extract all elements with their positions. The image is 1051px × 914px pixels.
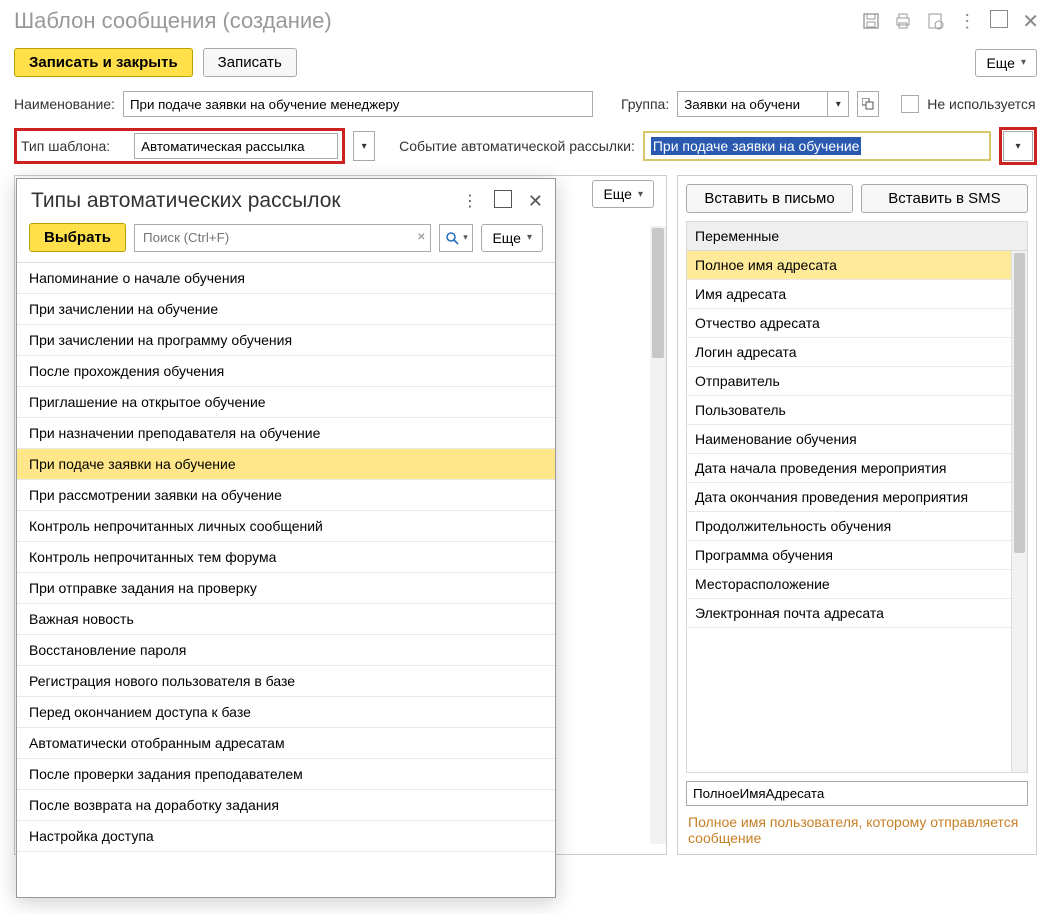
editor-more-button[interactable]: Еще — [592, 180, 654, 208]
insert-sms-button[interactable]: Вставить в SMS — [861, 184, 1028, 213]
editor-scrollbar[interactable] — [650, 226, 666, 844]
mailing-types-popup: Типы автоматических рассылок ⋮ ✕ Выбрать… — [16, 178, 556, 898]
popup-list-item[interactable]: После возврата на доработку задания — [17, 790, 555, 821]
popup-more-button[interactable]: Еще — [481, 224, 543, 252]
type-label: Тип шаблона: — [21, 138, 110, 154]
variable-list-item[interactable]: Отчество адресата — [687, 309, 1027, 338]
popup-list-item[interactable]: Контроль непрочитанных тем форума — [17, 542, 555, 573]
maximize-icon[interactable] — [990, 10, 1008, 33]
save-button[interactable]: Записать — [203, 48, 297, 77]
type-dropdown-button[interactable] — [353, 131, 375, 161]
group-input[interactable] — [677, 91, 827, 117]
popup-list-item[interactable]: При отправке задания на проверку — [17, 573, 555, 604]
variables-scrollbar[interactable] — [1011, 251, 1027, 772]
type-input[interactable] — [134, 133, 338, 159]
variable-code-input[interactable] — [686, 781, 1028, 806]
popup-search-wrap: × — [134, 224, 431, 252]
variable-list-item[interactable]: Наименование обучения — [687, 425, 1027, 454]
not-used-label: Не используется — [927, 96, 1035, 112]
print-icon[interactable] — [894, 12, 912, 30]
event-value: При подаче заявки на обучение — [651, 137, 862, 155]
popup-list-item[interactable]: После прохождения обучения — [17, 356, 555, 387]
editor-scrollbar-thumb[interactable] — [652, 228, 664, 358]
popup-list-item[interactable]: Регистрация нового пользователя в базе — [17, 666, 555, 697]
type-event-row: Тип шаблона: Событие автоматической расс… — [0, 125, 1051, 175]
popup-list-item[interactable]: Напоминание о начале обучения — [17, 263, 555, 294]
popup-search-input[interactable] — [134, 224, 431, 252]
popup-close-icon[interactable]: ✕ — [528, 191, 543, 212]
event-input[interactable]: При подаче заявки на обучение — [643, 131, 991, 161]
variables-scrollbar-thumb[interactable] — [1014, 253, 1025, 553]
variables-panel: Вставить в письмо Вставить в SMS Перемен… — [677, 175, 1037, 855]
popup-title: Типы автоматических рассылок — [31, 189, 462, 213]
variable-list-item[interactable]: Имя адресата — [687, 280, 1027, 309]
popup-search-clear-icon[interactable]: × — [417, 228, 425, 244]
popup-kebab-icon[interactable]: ⋮ — [462, 191, 478, 211]
popup-list-item[interactable]: Перед окончанием доступа к базе — [17, 697, 555, 728]
not-used-checkbox[interactable] — [901, 95, 919, 113]
popup-list-item[interactable]: При рассмотрении заявки на обучение — [17, 480, 555, 511]
popup-list: Напоминание о начале обученияПри зачисле… — [17, 262, 555, 897]
popup-list-item[interactable]: Настройка доступа — [17, 821, 555, 852]
name-input[interactable] — [123, 91, 593, 117]
popup-list-item[interactable]: При зачислении на программу обучения — [17, 325, 555, 356]
popup-list-item[interactable]: Приглашение на открытое обучение — [17, 387, 555, 418]
popup-list-item[interactable]: Контроль непрочитанных личных сообщений — [17, 511, 555, 542]
close-icon[interactable]: ✕ — [1022, 9, 1039, 34]
popup-list-item[interactable]: При зачислении на обучение — [17, 294, 555, 325]
group-label: Группа: — [621, 96, 669, 112]
variable-list-item[interactable]: Полное имя адресата — [687, 251, 1027, 280]
group-dropdown-button[interactable] — [827, 91, 849, 117]
variable-list-item[interactable]: Пользователь — [687, 396, 1027, 425]
window-title: Шаблон сообщения (создание) — [14, 8, 862, 34]
event-label: Событие автоматической рассылки: — [399, 138, 635, 154]
variable-list-item[interactable]: Электронная почта адресата — [687, 599, 1027, 628]
more-button[interactable]: Еще — [975, 49, 1037, 77]
variable-list-item[interactable]: Дата начала проведения мероприятия — [687, 454, 1027, 483]
name-label: Наименование: — [14, 96, 115, 112]
variable-list-item[interactable]: Продолжительность обучения — [687, 512, 1027, 541]
variable-hint: Полное имя пользователя, которому отправ… — [686, 814, 1028, 846]
popup-maximize-icon[interactable] — [494, 190, 512, 213]
template-type-highlight: Тип шаблона: — [14, 128, 345, 164]
variable-list-item[interactable]: Дата окончания проведения мероприятия — [687, 483, 1027, 512]
report-icon[interactable] — [926, 12, 944, 30]
popup-list-item[interactable]: После проверки задания преподавателем — [17, 759, 555, 790]
save-icon[interactable] — [862, 12, 880, 30]
variable-list-item[interactable]: Месторасположение — [687, 570, 1027, 599]
variables-header: Переменные — [687, 222, 1027, 251]
main-toolbar: Записать и закрыть Записать Еще — [0, 44, 1051, 89]
popup-list-item[interactable]: Важная новость — [17, 604, 555, 635]
popup-list-item[interactable]: При подаче заявки на обучение — [17, 449, 555, 480]
variables-list: Полное имя адресатаИмя адресатаОтчество … — [687, 251, 1027, 772]
variable-list-item[interactable]: Программа обучения — [687, 541, 1027, 570]
popup-select-button[interactable]: Выбрать — [29, 223, 126, 252]
event-dropdown-highlight — [999, 127, 1037, 165]
variable-list-item[interactable]: Отправитель — [687, 367, 1027, 396]
save-and-close-button[interactable]: Записать и закрыть — [14, 48, 193, 77]
insert-mail-button[interactable]: Вставить в письмо — [686, 184, 853, 213]
popup-list-item[interactable]: При назначении преподавателя на обучение — [17, 418, 555, 449]
popup-list-item[interactable]: Автоматически отобранным адресатам — [17, 728, 555, 759]
variable-list-item[interactable]: Логин адресата — [687, 338, 1027, 367]
popup-list-item[interactable]: Восстановление пароля — [17, 635, 555, 666]
event-dropdown-button[interactable] — [1003, 131, 1033, 161]
group-open-button[interactable] — [857, 91, 879, 117]
kebab-icon[interactable]: ⋮ — [958, 11, 976, 32]
name-group-row: Наименование: Группа: Не используется — [0, 89, 1051, 125]
popup-search-button[interactable] — [439, 224, 473, 252]
window-titlebar: Шаблон сообщения (создание) ⋮ ✕ — [0, 0, 1051, 44]
